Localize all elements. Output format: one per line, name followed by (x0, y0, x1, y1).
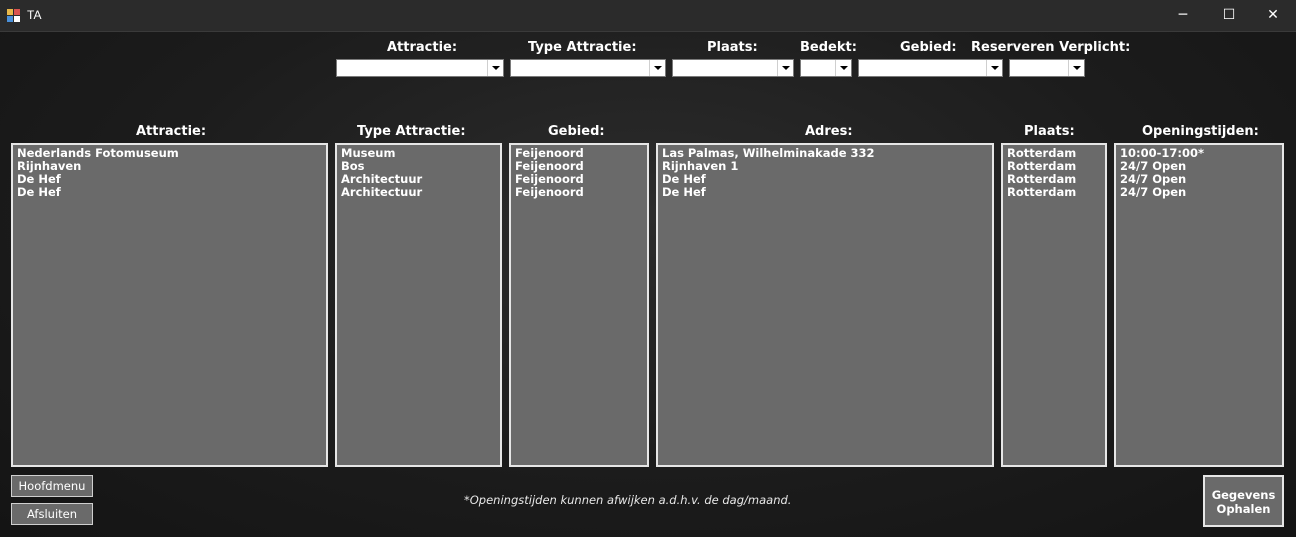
column-header-attractie: Attractie: (136, 124, 207, 139)
column-header-adres: Adres: (805, 124, 853, 139)
list-item[interactable]: Rijnhaven 1 (662, 160, 992, 173)
filter-label-attractie: Attractie: (387, 40, 458, 55)
list-item[interactable]: De Hef (17, 186, 326, 199)
column-header-type: Type Attractie: (357, 124, 466, 139)
chevron-down-icon[interactable] (835, 60, 851, 76)
window-title: TA (27, 8, 42, 22)
list-item[interactable]: Rijnhaven (17, 160, 326, 173)
openingstijden-listbox[interactable]: 10:00-17:00* 24/7 Open 24/7 Open 24/7 Op… (1114, 143, 1284, 467)
gegevens-ophalen-button[interactable]: Gegevens Ophalen (1203, 475, 1284, 527)
filter-label-bedekt: Bedekt: (800, 40, 857, 55)
column-header-openingstijden: Openingstijden: (1142, 124, 1259, 139)
gegevens-ophalen-label-line2: Ophalen (1216, 502, 1271, 516)
attractie-select[interactable] (336, 59, 504, 77)
chevron-down-icon[interactable] (777, 60, 793, 76)
type-attractie-select[interactable] (510, 59, 666, 77)
chevron-down-icon[interactable] (1068, 60, 1084, 76)
list-item[interactable]: Architectuur (341, 186, 500, 199)
list-item[interactable]: 24/7 Open (1120, 186, 1282, 199)
opening-hours-note: *Openingstijden kunnen afwijken a.d.h.v.… (464, 493, 792, 507)
reserveren-select[interactable] (1009, 59, 1085, 77)
plaats-listbox[interactable]: Rotterdam Rotterdam Rotterdam Rotterdam (1001, 143, 1107, 467)
list-item[interactable]: De Hef (662, 173, 992, 186)
plaats-select[interactable] (672, 59, 794, 77)
filter-label-reserveren: Reserveren Verplicht: (971, 40, 1131, 55)
app-icon (7, 9, 20, 22)
chevron-down-icon[interactable] (487, 60, 503, 76)
column-header-plaats: Plaats: (1024, 124, 1075, 139)
filter-label-plaats: Plaats: (707, 40, 758, 55)
type-listbox[interactable]: Museum Bos Architectuur Architectuur (335, 143, 502, 467)
list-item[interactable]: Rotterdam (1007, 186, 1105, 199)
gebied-listbox[interactable]: Feijenoord Feijenoord Feijenoord Feijeno… (509, 143, 649, 467)
chevron-down-icon[interactable] (649, 60, 665, 76)
close-button[interactable]: ✕ (1250, 0, 1296, 31)
column-header-gebied: Gebied: (548, 124, 605, 139)
bedekt-select[interactable] (800, 59, 852, 77)
gebied-select[interactable] (858, 59, 1003, 77)
list-item[interactable]: De Hef (17, 173, 326, 186)
maximize-button[interactable]: ☐ (1206, 0, 1252, 31)
afsluiten-button[interactable]: Afsluiten (11, 503, 93, 525)
chevron-down-icon[interactable] (986, 60, 1002, 76)
filter-label-gebied: Gebied: (900, 40, 957, 55)
attractie-listbox[interactable]: Nederlands Fotomuseum Rijnhaven De Hef D… (11, 143, 328, 467)
gegevens-ophalen-label-line1: Gegevens (1211, 488, 1276, 502)
title-bar: TA ─ ☐ ✕ (0, 0, 1296, 32)
minimize-button[interactable]: ─ (1160, 0, 1206, 31)
filter-label-type-attractie: Type Attractie: (528, 40, 637, 55)
hoofdmenu-button[interactable]: Hoofdmenu (11, 475, 93, 497)
list-item[interactable]: De Hef (662, 186, 992, 199)
list-item[interactable]: Feijenoord (515, 186, 647, 199)
main-window: TA ─ ☐ ✕ Attractie: Type Attractie: Plaa… (0, 0, 1296, 537)
adres-listbox[interactable]: Las Palmas, Wilhelminakade 332 Rijnhaven… (656, 143, 994, 467)
